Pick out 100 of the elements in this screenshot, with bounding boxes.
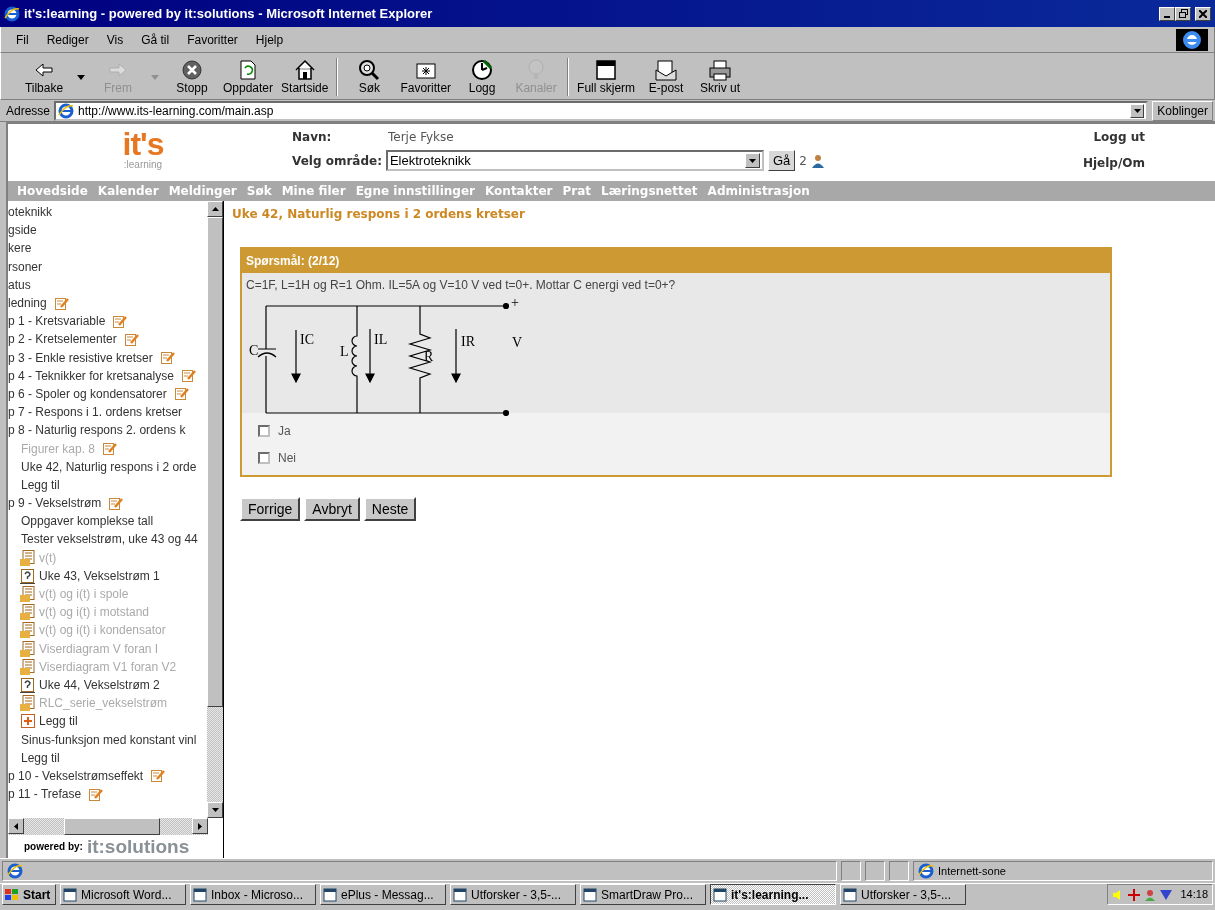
circuit-label: C [249,343,259,358]
close-icon [1199,9,1207,18]
logout-link[interactable]: Logg ut [1093,128,1145,146]
vertical-scrollbar[interactable] [207,201,223,819]
start-button[interactable]: Start [2,884,56,905]
sidebar-item[interactable]: Legg til [39,712,78,731]
question-icon [20,567,36,584]
checkbox[interactable] [258,451,270,464]
browser-icon [58,102,75,119]
sidebar-item[interactable]: Tester vekselstrøm, uke 43 og 44 [21,530,198,549]
menu-item[interactable]: Hjelp [246,30,293,49]
sidebar-item[interactable]: oteknikk [8,203,53,222]
zone-label: Internett-sone [938,863,1006,879]
taskbar-button[interactable]: Utforsker - 3,5-... [450,884,576,905]
sidebar-item[interactable]: p 1 - Kretsvariable [8,312,106,331]
sidebar-item[interactable]: p 7 - Respons i 1. ordens kretser [8,403,183,422]
name-label: Navn: [292,129,333,146]
taskbar-button[interactable]: Inbox - Microso... [190,884,316,905]
checkbox[interactable] [258,424,270,437]
sidebar-item[interactable]: p 2 - Kretselementer [8,330,117,349]
circuit-label: V [512,335,523,350]
go-button[interactable]: Gå [767,150,796,171]
links-button[interactable]: Koblinger [1152,100,1213,121]
app-icon [323,887,337,902]
sidebar-item[interactable]: Legg til [21,748,60,767]
toolbar-button[interactable]: Stopp [165,56,219,98]
taskbar-button[interactable]: it's:learning... [710,884,836,905]
circuit-label: IL [374,332,388,347]
dropdown-caret-icon [748,158,756,163]
toolbar-button[interactable]: Søk [342,56,397,98]
toolbar-button[interactable]: E-post [639,56,694,98]
sidebar-item[interactable]: Oppgaver komplekse tall [21,512,154,531]
dropdown-caret-icon [1133,108,1141,113]
nav-button[interactable]: Neste [363,497,417,522]
sidebar-item[interactable]: Uke 44, Vekselstrøm 2 [39,675,160,694]
close-button[interactable] [1195,6,1211,21]
question-header: Spørsmål: (2/12) [242,249,1110,273]
page-heading: Uke 42, Naturlig respons i 2 ordens kretser [232,206,526,223]
restore-button[interactable] [1175,6,1191,21]
search-icon [357,58,382,83]
minimize-button[interactable] [1159,6,1175,21]
circuit-label: + [511,295,519,310]
sidebar-item[interactable]: Sinus-funksjon med konstant vinl [21,730,197,749]
document-icon [20,622,36,639]
sidebar-item[interactable]: p 8 - Naturlig respons 2. ordens k [8,421,186,440]
toolbar-button[interactable]: Logg [455,56,510,98]
app-icon [583,887,597,902]
status-panel [865,861,885,881]
circuit-label: IR [461,334,475,349]
toolbar-button[interactable]: Startside [277,56,333,98]
option-label: Ja [278,422,291,440]
toolbar-button[interactable]: Favoritter [396,56,456,98]
logo-tagline: :learning [123,160,163,170]
nav-button[interactable]: Avbryt [304,497,360,522]
sidebar-item[interactable]: gside [8,221,37,240]
horizontal-scrollbar[interactable] [8,818,208,836]
toolbar-button[interactable]: Skriv ut [693,56,748,98]
app-icon [193,887,207,902]
nav-button[interactable]: Forrige [240,497,301,522]
sidebar-item[interactable]: p 4 - Teknikker for kretsanalyse [8,366,174,385]
taskbar-button[interactable]: Microsoft Word... [60,884,186,905]
sidebar-item[interactable]: kere [8,239,32,258]
taskbar-button[interactable]: Utforsker - 3,5-... [840,884,966,905]
mail-icon [654,58,679,83]
toolbar-button[interactable]: Oppdater [219,56,278,98]
sidebar-item[interactable]: p 10 - Vekselstrømseffekt [8,766,144,785]
down-arrow-icon [211,808,219,813]
window-title: it's:learning - powered by it:solutions - Microsoft Internet Explorer [24,4,433,23]
taskbar-button[interactable]: SmartDraw Pro... [580,884,706,905]
person-icon [810,153,825,168]
browser-icon [7,863,23,879]
app-icon [843,887,857,902]
toolbar-button[interactable]: Full skjerm [573,56,640,98]
window-icon [594,58,619,83]
sidebar-item[interactable]: Uke 42, Naturlig respons i 2 orde [21,457,197,476]
document-icon [20,586,36,603]
address-field[interactable]: http://www.its-learning.com/main.asp [54,100,1149,121]
sidebar-item[interactable]: ledning [8,294,47,313]
toolbar-button[interactable]: Tilbake [17,56,71,98]
menu-item[interactable]: Vis [97,30,133,49]
sidebar-item[interactable]: p 9 - Vekselstrøm [8,494,102,513]
browser-logo-icon [1181,29,1203,50]
people-icon [1144,888,1157,901]
menu-item[interactable]: Rediger [37,30,98,49]
menu-item[interactable]: Gå til [132,30,179,49]
sidebar-item[interactable]: rsoner [8,257,42,276]
taskbar-button[interactable]: ePlus - Messag... [320,884,446,905]
sidebar-item[interactable]: p 6 - Spoler og kondensatorer [8,384,167,403]
menu-item[interactable]: Favoritter [178,30,247,49]
sidebar-item[interactable]: Legg til [21,475,60,494]
sidebar-item[interactable]: p 3 - Enkle resistive kretser [8,348,153,367]
menu-item[interactable]: Fil [7,30,38,49]
app-icon [453,887,467,902]
brand-text: it:solutions [86,837,190,857]
stop-icon [180,58,204,83]
area-select[interactable]: Elektroteknikk [385,150,764,171]
sidebar-item[interactable]: p 11 - Trefase [8,785,82,804]
sidebar-item[interactable]: atus [8,275,31,294]
sidebar-item[interactable]: Uke 43, Vekselstrøm 1 [39,566,160,585]
help-link[interactable]: Hjelp/Om [1082,154,1145,172]
